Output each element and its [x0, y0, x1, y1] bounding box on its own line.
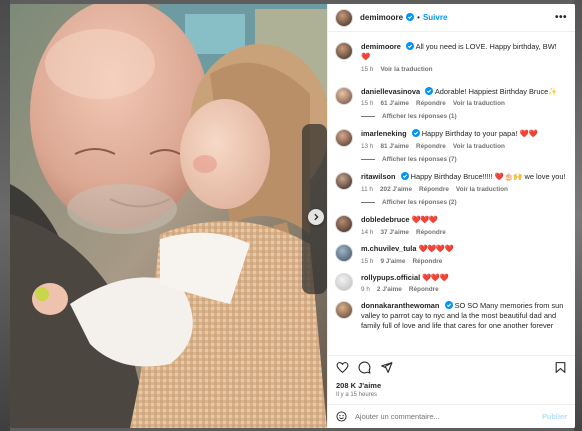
post-side-panel: demimoore • Suivre ••• demimoore All you… — [327, 4, 575, 428]
avatar[interactable] — [335, 301, 353, 320]
comment-username[interactable]: rollypups.official — [361, 273, 420, 282]
comment-time[interactable]: 15 h — [361, 66, 373, 73]
post-photo[interactable] — [10, 4, 327, 428]
translate-link[interactable]: Voir la traduction — [380, 66, 432, 73]
background-feed-right — [574, 0, 582, 431]
post-timestamp[interactable]: Il y a 15 heures — [328, 390, 575, 404]
view-replies-label: Afficher les réponses (2) — [382, 198, 457, 206]
heart-icon[interactable] — [336, 361, 349, 374]
comment-text: Happy Birthday to your papa! ❤️❤️ — [421, 129, 538, 139]
translate-link[interactable]: Voir la traduction — [453, 143, 505, 150]
verified-badge-icon — [411, 129, 420, 138]
comment-item: rollypups.official ❤️❤️❤️ 9 h 2 J'aime R… — [335, 272, 567, 293]
comment-text: ❤️❤️❤️ — [422, 272, 449, 282]
reply-button[interactable]: Répondre — [416, 143, 446, 150]
replies-divider — [361, 116, 375, 118]
reply-button[interactable]: Répondre — [412, 258, 442, 265]
post-modal: demimoore • Suivre ••• demimoore All you… — [10, 4, 575, 428]
comment-icon[interactable] — [358, 361, 371, 374]
reply-button[interactable]: Répondre — [416, 229, 446, 236]
comment-username[interactable]: imarleneking — [361, 129, 407, 138]
view-replies-label: Afficher les réponses (1) — [382, 113, 457, 121]
comment-time[interactable]: 9 h — [361, 286, 370, 293]
verified-badge-icon — [405, 42, 414, 51]
share-icon[interactable] — [380, 361, 393, 374]
avatar[interactable] — [335, 8, 353, 27]
comment-likes[interactable]: 2 J'aime — [377, 286, 402, 293]
comment-username[interactable]: donnakaranthewoman — [361, 301, 439, 310]
caption: demimoore All you need is LOVE. Happy bi… — [335, 42, 567, 73]
comment-text: ❤️❤️❤️❤️ — [418, 243, 454, 253]
comment-likes[interactable]: 9 J'aime — [380, 258, 405, 265]
carousel-next-button[interactable] — [308, 209, 324, 225]
comment-likes[interactable]: 81 J'aime — [380, 143, 409, 150]
avatar[interactable] — [335, 243, 353, 262]
replies-divider — [361, 201, 375, 203]
comment-item: dobledebruce ❤️❤️❤️ 14 h 37 J'aime Répon… — [335, 214, 567, 236]
comment-time[interactable]: 14 h — [361, 229, 373, 236]
verified-badge-icon — [406, 12, 415, 21]
view-replies-button[interactable]: Afficher les réponses (7) — [361, 156, 567, 163]
comment-text: Happy Birthday Bruce!!!!! ❤️🎂🙌 we love y… — [410, 172, 566, 182]
post-comment-button[interactable]: Publier — [542, 412, 567, 421]
bookmark-icon[interactable] — [554, 361, 567, 374]
verified-badge-icon — [400, 172, 409, 181]
comment-text: Adorable! Happiest Birthday Bruce✨ — [434, 86, 558, 96]
avatar[interactable] — [335, 172, 353, 191]
comment-likes[interactable]: 202 J'aime — [380, 186, 412, 193]
comment-likes[interactable]: 61 J'aime — [380, 100, 409, 107]
comment-time[interactable]: 15 h — [361, 100, 373, 107]
emoji-icon[interactable] — [336, 411, 347, 422]
view-replies-button[interactable]: Afficher les réponses (2) — [361, 199, 567, 206]
comment-username[interactable]: daniellevasinova — [361, 87, 420, 96]
comment-username[interactable]: ritawilson — [361, 172, 396, 181]
avatar[interactable] — [335, 86, 353, 105]
post-author-username[interactable]: demimoore — [360, 13, 403, 22]
post-header: demimoore • Suivre ••• — [328, 4, 575, 32]
avatar[interactable] — [335, 214, 353, 233]
reply-button[interactable]: Répondre — [419, 186, 449, 193]
comment-likes[interactable]: 37 J'aime — [380, 229, 409, 236]
comment-username[interactable]: dobledebruce — [361, 215, 409, 224]
comments-list[interactable]: demimoore All you need is LOVE. Happy bi… — [328, 32, 575, 355]
comment-input[interactable] — [355, 412, 534, 421]
translate-link[interactable]: Voir la traduction — [453, 100, 505, 107]
follow-button[interactable]: Suivre — [423, 13, 447, 22]
chevron-right-icon — [314, 213, 319, 221]
translate-link[interactable]: Voir la traduction — [456, 186, 508, 193]
background-feed-left — [0, 0, 10, 431]
replies-divider — [361, 159, 375, 161]
view-replies-label: Afficher les réponses (7) — [382, 156, 457, 164]
comment-item: daniellevasinova Adorable! Happiest Birt… — [335, 86, 567, 107]
reply-button[interactable]: Répondre — [416, 100, 446, 107]
comment-time[interactable]: 15 h — [361, 258, 373, 265]
comment-username[interactable]: m.chuvilev_tula — [361, 244, 416, 253]
avatar[interactable] — [335, 42, 353, 60]
comment-item: imarleneking Happy Birthday to your papa… — [335, 129, 567, 150]
comment-item: m.chuvilev_tula ❤️❤️❤️❤️ 15 h 9 J'aime R… — [335, 243, 567, 265]
view-replies-button[interactable]: Afficher les réponses (1) — [361, 113, 567, 120]
comment-item: ritawilson Happy Birthday Bruce!!!!! ❤️🎂… — [335, 172, 567, 193]
reply-button[interactable]: Répondre — [409, 286, 439, 293]
comment-username[interactable]: demimoore — [361, 42, 401, 51]
comment-time[interactable]: 13 h — [361, 143, 373, 150]
more-options-button[interactable]: ••• — [555, 12, 567, 23]
verified-badge-icon — [444, 301, 453, 310]
separator-dot: • — [417, 13, 420, 22]
add-comment-bar: Publier — [328, 404, 575, 428]
avatar[interactable] — [335, 272, 353, 291]
comment-item: donnakaranthewoman SO SO Many memories f… — [335, 301, 567, 330]
likes-count[interactable]: 208 K J'aime — [328, 379, 575, 390]
avatar[interactable] — [335, 129, 353, 148]
verified-badge-icon — [425, 86, 434, 95]
action-bar — [328, 355, 575, 379]
comment-text: ❤️❤️❤️ — [411, 214, 439, 224]
photo-illustration — [10, 4, 327, 428]
comment-time[interactable]: 11 h — [361, 186, 373, 193]
